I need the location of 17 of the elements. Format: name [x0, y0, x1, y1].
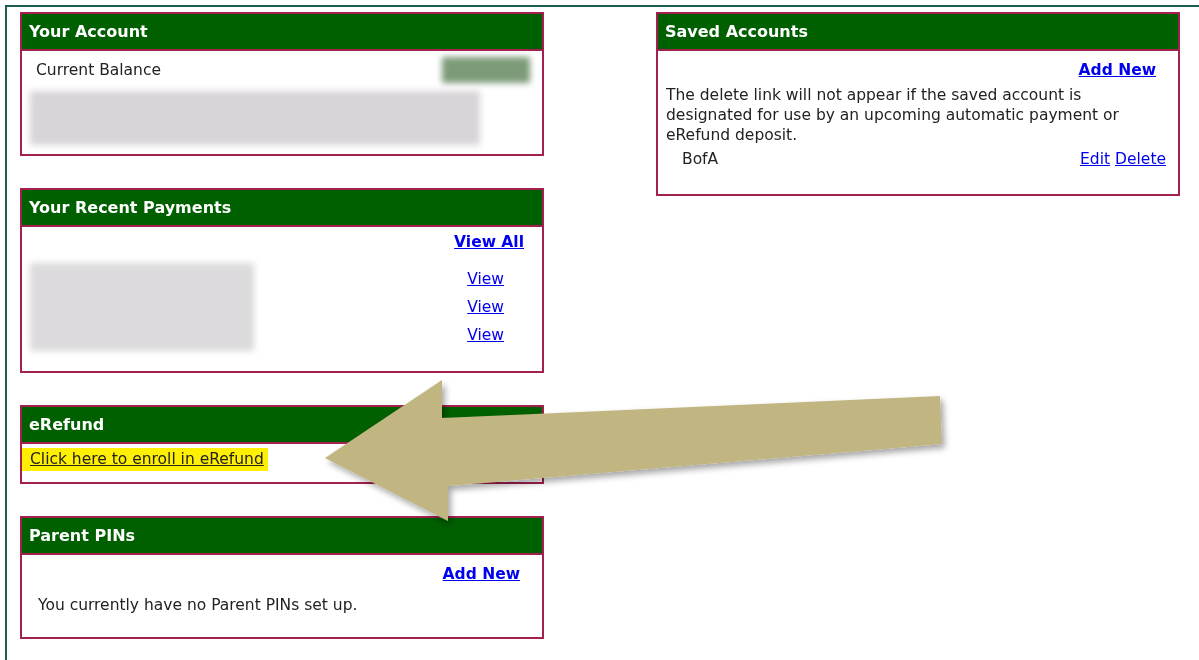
account-name: BofA	[682, 149, 719, 170]
add-new-link[interactable]: Add New	[1078, 61, 1156, 79]
panel-title: Parent PINs	[22, 518, 542, 555]
empty-message: You currently have no Parent PINs set up.	[38, 595, 359, 616]
view-all-link[interactable]: View All	[454, 233, 524, 251]
add-new-link[interactable]: Add New	[442, 565, 520, 583]
view-link[interactable]: View	[467, 298, 504, 316]
panel-title: Your Recent Payments	[22, 190, 542, 227]
account-action-link[interactable]: Delete	[1115, 150, 1166, 169]
account-action-link[interactable]: Edit	[1080, 150, 1111, 169]
view-link[interactable]: View	[467, 326, 504, 344]
panel-title: Your Account	[22, 14, 542, 51]
balance-label: Current Balance	[36, 59, 161, 81]
view-link[interactable]: View	[467, 270, 504, 288]
panel-title: Saved Accounts	[658, 14, 1178, 51]
saved-accounts-note: The delete link will not appear if the saved account is designated for use by an upcoming automatic payment or eRefund deposit.	[666, 85, 1120, 146]
enroll-link[interactable]: Click here to enroll in eRefund	[22, 448, 268, 471]
